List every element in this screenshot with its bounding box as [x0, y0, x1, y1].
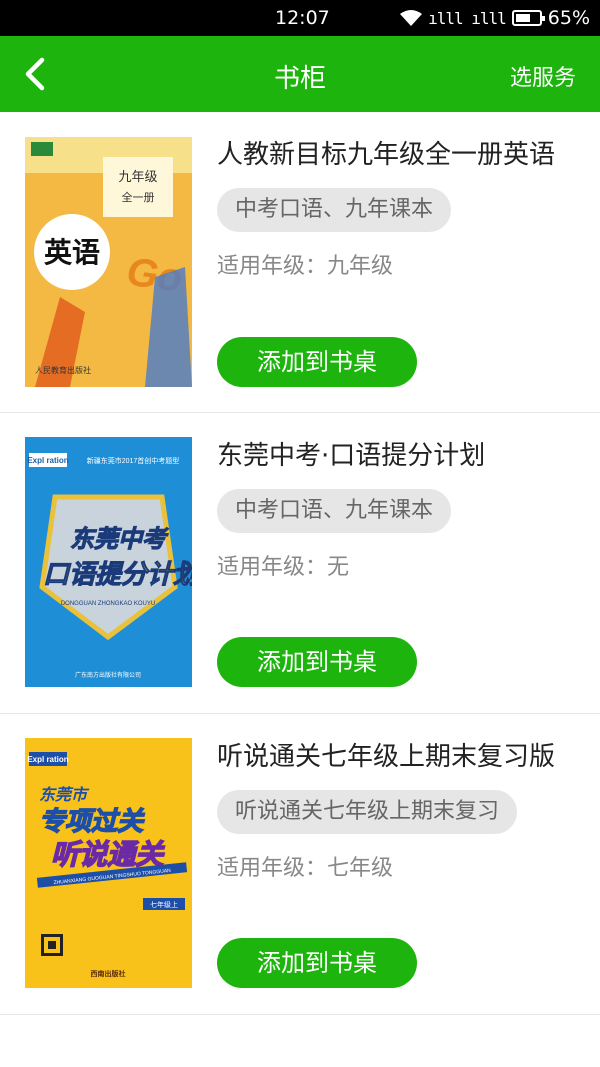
book-title[interactable]: 人教新目标九年级全一册英语 [217, 140, 570, 171]
book-grade: 适用年级：九年级 [217, 254, 394, 279]
book-info: 人教新目标九年级全一册英语 中考口语、九年课本 适用年级：九年级 [217, 140, 570, 280]
list-item: Expl ration 新疆东莞市2017首创中考题型 东莞中考 口语提分计划 … [0, 413, 600, 714]
cover-line2: 听说通关 [51, 839, 165, 870]
book-cover[interactable]: 九年级 全一册 英语 Go for it! 人民教育出版社 [25, 137, 192, 387]
cover-line1: 专项过关 [39, 806, 145, 836]
book-cover[interactable]: Expl ration 东莞市 专项过关 听说通关 ZHUANXIANG GUO… [25, 738, 192, 988]
signal-icon: ılll ılll [428, 8, 507, 28]
add-to-desk-button[interactable]: 添加到书桌 [217, 337, 417, 387]
select-service-button[interactable]: 选服务 [510, 60, 576, 92]
battery-level [515, 14, 530, 22]
book-info: 听说通关七年级上期末复习版 听说通关七年级上期末复习 适用年级：七年级 [217, 742, 570, 882]
cover-badge: 七年级上 [150, 900, 178, 909]
add-to-desk-button[interactable]: 添加到书桌 [217, 938, 417, 988]
book-title[interactable]: 东莞中考·口语提分计划 [217, 441, 570, 472]
cover-image: Expl ration 新疆东莞市2017首创中考题型 东莞中考 口语提分计划 … [25, 437, 192, 687]
wifi-icon [400, 10, 423, 26]
cover-publisher: 西南出版社 [91, 969, 126, 978]
list-item: 九年级 全一册 英语 Go for it! 人民教育出版社 人教新目标九年级全一… [0, 112, 600, 413]
cover-line2: 口语提分计划 [43, 559, 192, 589]
battery-percent: 65% [547, 7, 590, 29]
book-info: 东莞中考·口语提分计划 中考口语、九年课本 适用年级：无 [217, 441, 570, 581]
book-grade: 适用年级：七年级 [217, 856, 394, 881]
cover-publisher: 广东南方出版社有限公司 [75, 671, 141, 679]
add-to-desk-button[interactable]: 添加到书桌 [217, 637, 417, 687]
cover-top-label: 九年级 [118, 169, 157, 184]
book-tag: 中考口语、九年课本 [217, 489, 452, 533]
book-tag: 中考口语、九年课本 [217, 188, 452, 232]
status-time: 12:07 [275, 7, 330, 29]
book-cover[interactable]: Expl ration 新疆东莞市2017首创中考题型 东莞中考 口语提分计划 … [25, 437, 192, 687]
cover-brand: Expl ration [27, 456, 68, 465]
cover-subject: 英语 [44, 237, 100, 269]
cover-line0: 东莞市 [39, 786, 90, 804]
book-tag: 听说通关七年级上期末复习 [217, 790, 518, 834]
cover-brand: Expl ration [27, 755, 68, 764]
book-title[interactable]: 听说通关七年级上期末复习版 [217, 742, 570, 773]
cover-top-label: 新疆东莞市2017首创中考题型 [87, 456, 180, 465]
status-bar: 12:07 ılll ılll 65% [0, 0, 600, 36]
status-indicators: ılll ılll 65% [400, 7, 590, 29]
cover-image: Expl ration 东莞市 专项过关 听说通关 ZHUANXIANG GUO… [25, 738, 192, 988]
list-item: Expl ration 东莞市 专项过关 听说通关 ZHUANXIANG GUO… [0, 714, 600, 1015]
book-grade: 适用年级：无 [217, 555, 350, 580]
cover-line1: 东莞中考 [70, 526, 169, 553]
battery-icon [511, 10, 545, 26]
app-bar: 书柜 选服务 [0, 36, 600, 112]
cover-pinyin: DONGGUAN ZHONGKAO KOUYU [61, 601, 155, 607]
cover-sub-label: 全一册 [122, 190, 155, 204]
cover-image: 九年级 全一册 英语 Go for it! 人民教育出版社 [25, 137, 192, 387]
cover-publisher: 人民教育出版社 [35, 365, 91, 375]
